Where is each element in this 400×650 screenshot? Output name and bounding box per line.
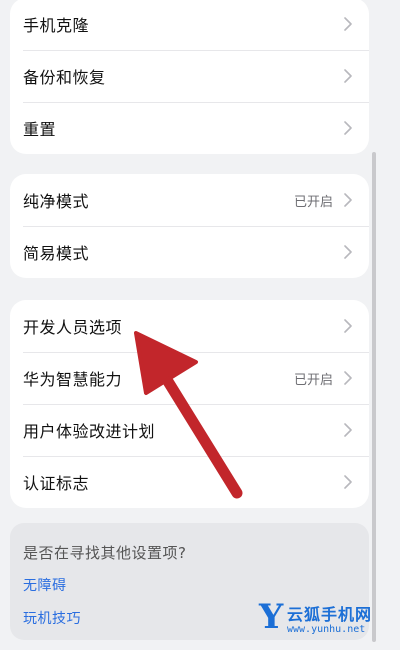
annotation-arrow <box>134 331 243 499</box>
watermark-name: 云狐手机网 <box>287 605 373 624</box>
watermark-url: www.yunhu.net <box>287 624 366 635</box>
watermark: Y 云狐手机网 www.yunhu.net <box>259 600 384 640</box>
watermark-logo: Y <box>259 597 284 637</box>
